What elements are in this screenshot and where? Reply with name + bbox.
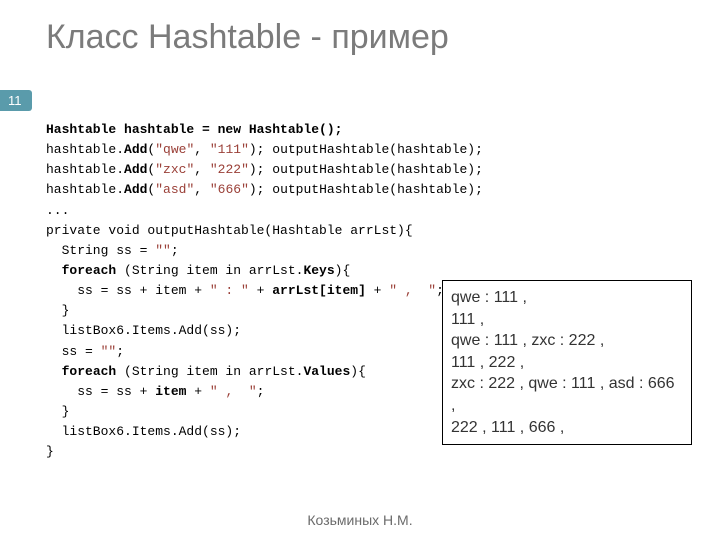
code-text: "111": [210, 142, 249, 157]
output-line: zxc : 222 , qwe : 111 , asd : 666 ,: [451, 373, 683, 416]
code-text: ss =: [46, 344, 101, 359]
code-text: arrLst[item]: [272, 283, 366, 298]
output-box: qwe : 111 , 111 , qwe : 111 , zxc : 222 …: [442, 280, 692, 445]
code-text: ); outputHashtable(hashtable);: [249, 182, 483, 197]
code-text: [46, 364, 62, 379]
code-text: " , ": [210, 384, 257, 399]
code-text: ss = ss +: [46, 384, 155, 399]
output-line: qwe : 111 ,: [451, 287, 683, 309]
code-text: hashtable.: [46, 142, 124, 157]
code-text: ;: [171, 243, 179, 258]
code-text: "222": [210, 162, 249, 177]
code-text: Add: [124, 182, 147, 197]
output-line: qwe : 111 , zxc : 222 ,: [451, 330, 683, 352]
code-text: Keys: [303, 263, 334, 278]
code-text: String ss =: [46, 243, 155, 258]
code-text: }: [46, 444, 54, 459]
code-text: " , ": [389, 283, 436, 298]
code-text: "666": [210, 182, 249, 197]
code-block: Hashtable hashtable = new Hashtable(); h…: [46, 120, 483, 462]
code-text: +: [366, 283, 389, 298]
code-text: ;: [257, 384, 265, 399]
slide-title: Класс Hashtable - пример: [0, 0, 720, 61]
code-text: hashtable.: [46, 182, 124, 197]
code-text: ,: [194, 162, 210, 177]
code-text: ){: [350, 364, 366, 379]
code-text: listBox6.Items.Add(ss);: [46, 323, 241, 338]
code-text: foreach: [62, 263, 117, 278]
code-text: "": [155, 243, 171, 258]
code-text: "zxc": [155, 162, 194, 177]
code-text: listBox6.Items.Add(ss);: [46, 424, 241, 439]
code-text: ,: [194, 182, 210, 197]
code-text: private void outputHashtable(Hashtable a…: [46, 223, 413, 238]
output-line: 222 , 111 , 666 ,: [451, 417, 683, 439]
code-text: (String item in arrLst.: [116, 364, 303, 379]
code-text: ){: [335, 263, 351, 278]
code-text: ); outputHashtable(hashtable);: [249, 162, 483, 177]
code-line: Hashtable hashtable = new Hashtable();: [46, 122, 342, 137]
code-text: ...: [46, 203, 69, 218]
code-text: Values: [303, 364, 350, 379]
code-text: hashtable.: [46, 162, 124, 177]
code-text: foreach: [62, 364, 117, 379]
code-text: +: [186, 384, 209, 399]
code-text: item: [155, 384, 186, 399]
code-text: }: [46, 303, 69, 318]
output-line: 111 ,: [451, 309, 683, 331]
code-text: Add: [124, 162, 147, 177]
code-text: ); outputHashtable(hashtable);: [249, 142, 483, 157]
output-line: 111 , 222 ,: [451, 352, 683, 374]
footer-author: Козьминых Н.М.: [0, 512, 720, 528]
code-text: ss = ss + item +: [46, 283, 210, 298]
code-text: Add: [124, 142, 147, 157]
code-text: [46, 263, 62, 278]
code-text: }: [46, 404, 69, 419]
code-text: ,: [194, 142, 210, 157]
code-text: "qwe": [155, 142, 194, 157]
code-text: "asd": [155, 182, 194, 197]
code-text: (String item in arrLst.: [116, 263, 303, 278]
slide-number-badge: 11: [0, 90, 32, 111]
code-text: " : ": [210, 283, 249, 298]
code-text: +: [249, 283, 272, 298]
code-text: "": [101, 344, 117, 359]
code-text: ;: [116, 344, 124, 359]
